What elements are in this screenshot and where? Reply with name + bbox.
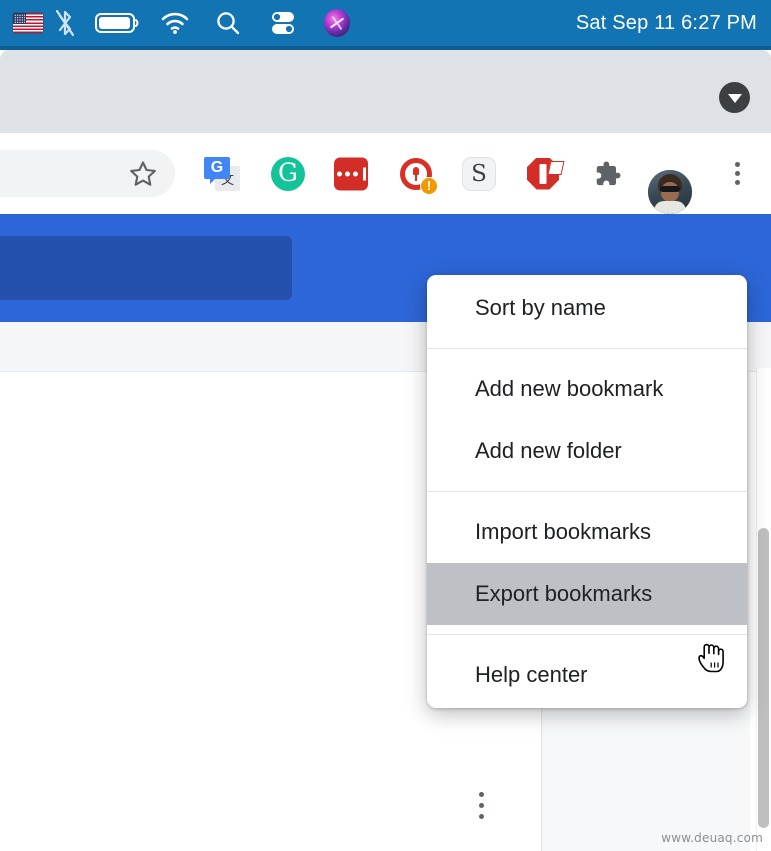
lastpass-icon[interactable]	[334, 157, 368, 190]
wifi-icon[interactable]	[149, 0, 201, 46]
bookmark-star-icon[interactable]	[126, 157, 160, 191]
bluetooth-icon[interactable]	[43, 0, 87, 46]
menu-separator	[427, 491, 747, 492]
menu-item-add-new-bookmark[interactable]: Add new bookmark	[427, 358, 747, 420]
menu-separator	[427, 634, 747, 635]
siri-icon[interactable]	[311, 0, 363, 46]
control-center-icon[interactable]	[255, 0, 311, 46]
tab-search-chevron-down-icon[interactable]	[719, 82, 750, 113]
menu-separator	[427, 348, 747, 349]
profile-avatar[interactable]	[648, 170, 692, 214]
chrome-tab-strip	[0, 46, 771, 133]
chrome-toolbar: 文 G G ! S	[0, 133, 771, 214]
battery-icon[interactable]	[87, 0, 149, 46]
screen-root: Sat Sep 11 6:27 PM 文 G G ! S Sort by nam…	[0, 0, 771, 851]
spotlight-search-icon[interactable]	[201, 0, 255, 46]
menu-item-sort-by-name[interactable]: Sort by name	[427, 277, 747, 339]
menu-item-add-new-folder[interactable]: Add new folder	[427, 420, 747, 482]
bookmark-manager-context-menu: Sort by name Add new bookmark Add new fold…	[427, 275, 747, 708]
chrome-window: 文 G G ! S Sort by name Add new bookmark …	[0, 46, 771, 851]
macos-status-icons	[0, 0, 363, 46]
menu-item-import-bookmarks[interactable]: Import bookmarks	[427, 501, 747, 563]
table-row-kebab-icon[interactable]	[473, 792, 490, 819]
password-alert-icon[interactable]: !	[398, 156, 438, 195]
vertical-scrollbar[interactable]	[756, 368, 771, 851]
selected-folder-chip[interactable]	[0, 236, 292, 300]
extensions-puzzle-icon[interactable]	[589, 156, 625, 192]
grammarly-icon[interactable]: G	[271, 156, 305, 191]
us-flag-icon[interactable]	[0, 0, 43, 46]
macos-menu-bar: Sat Sep 11 6:27 PM	[0, 0, 771, 46]
chrome-menu-kebab-icon[interactable]	[722, 156, 752, 192]
scribe-icon[interactable]: S	[462, 156, 496, 191]
menu-item-export-bookmarks[interactable]: Export bookmarks	[427, 563, 747, 625]
site-watermark: www.deuaq.com	[661, 831, 763, 845]
scrollbar-thumb[interactable]	[758, 528, 769, 828]
adblock-icon[interactable]	[525, 156, 565, 192]
menu-bar-clock[interactable]: Sat Sep 11 6:27 PM	[576, 12, 757, 35]
menu-item-help-center[interactable]: Help center	[427, 644, 747, 706]
google-translate-icon[interactable]: 文 G	[204, 156, 240, 191]
